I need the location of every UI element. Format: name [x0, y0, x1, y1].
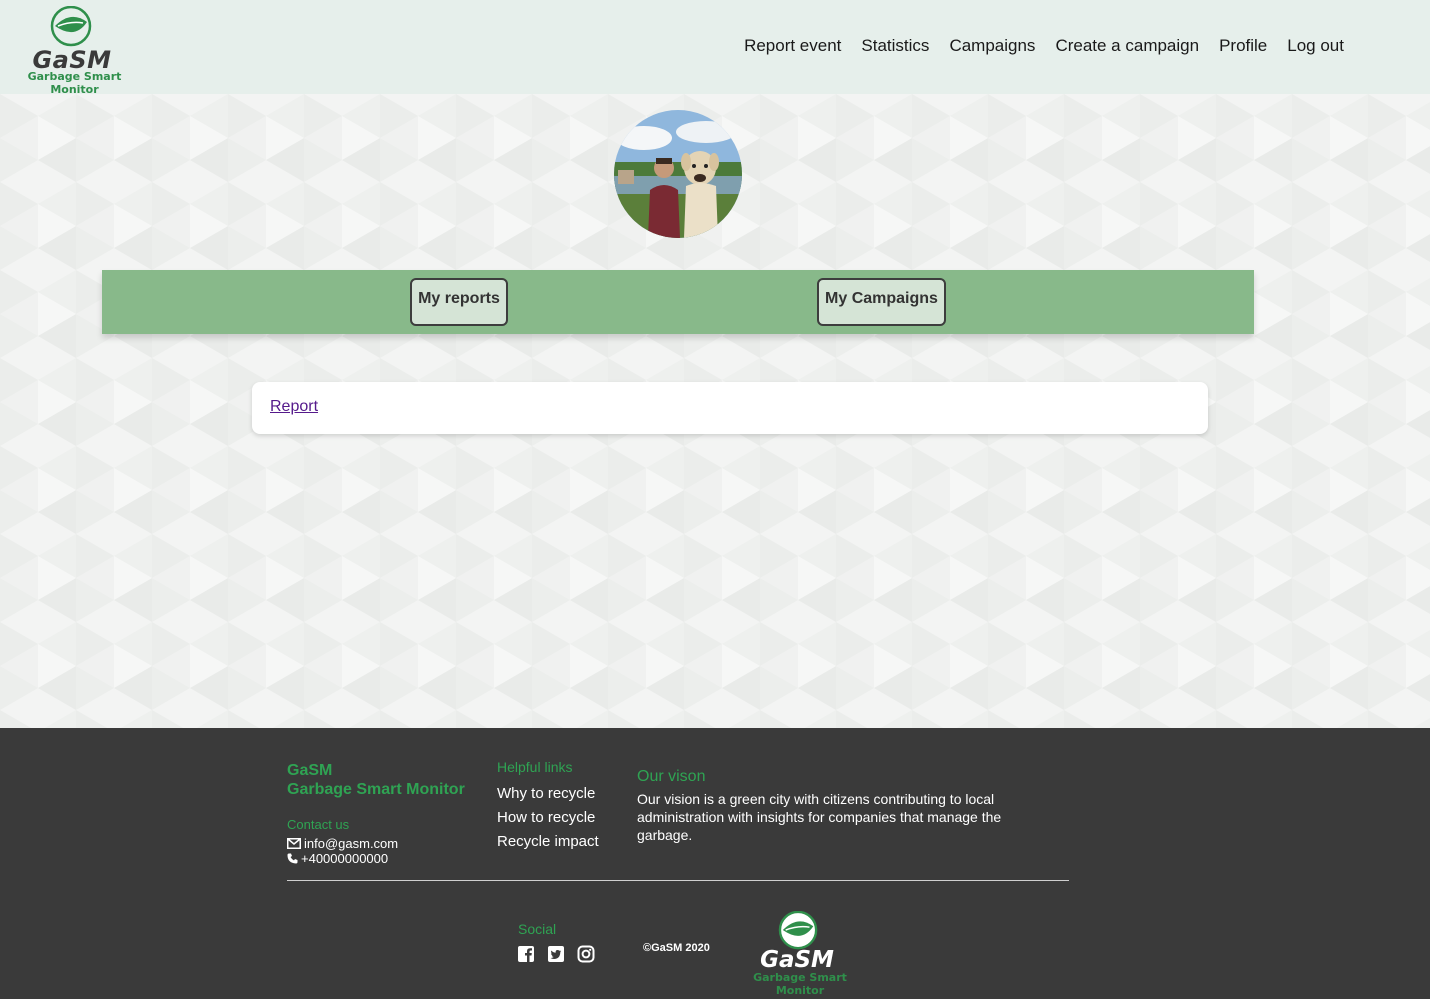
- social-icons: [517, 945, 595, 963]
- contact-email: info@gasm.com: [304, 836, 399, 851]
- nav-log-out[interactable]: Log out: [1287, 36, 1344, 56]
- phone-row[interactable]: +40000000000: [287, 851, 398, 866]
- copyright: ©GaSM 2020: [643, 942, 710, 954]
- site-header: GaSM Garbage Smart Monitor Report event …: [0, 0, 1430, 96]
- link-why-to-recycle[interactable]: Why to recycle: [497, 782, 599, 806]
- nav-profile[interactable]: Profile: [1219, 36, 1267, 56]
- logo-subtitle: Garbage Smart Monitor: [27, 70, 122, 96]
- main-nav: Report event Statistics Campaigns Create…: [744, 36, 1344, 56]
- twitter-icon[interactable]: [547, 945, 565, 963]
- facebook-icon[interactable]: [517, 945, 535, 963]
- email-row[interactable]: info@gasm.com: [287, 836, 398, 851]
- my-reports-button[interactable]: My reports: [410, 278, 508, 326]
- my-campaigns-button[interactable]: My Campaigns: [817, 278, 946, 326]
- nav-campaigns[interactable]: Campaigns: [949, 36, 1035, 56]
- phone-icon: [287, 853, 298, 864]
- nav-create-campaign[interactable]: Create a campaign: [1055, 36, 1199, 56]
- social-heading: Social: [518, 921, 557, 937]
- helpful-links: Why to recycle How to recycle Recycle im…: [497, 782, 599, 854]
- leaf-logo-icon: [778, 911, 818, 950]
- profile-avatar: [614, 110, 742, 238]
- leaf-logo-icon: [50, 6, 92, 47]
- vision-heading: Our vison: [637, 768, 706, 785]
- footer-logo-title: GaSM: [760, 947, 834, 973]
- contact-heading: Contact us: [287, 817, 350, 832]
- footer-divider: [287, 880, 1069, 881]
- envelope-icon: [287, 838, 301, 849]
- nav-report-event[interactable]: Report event: [744, 36, 841, 56]
- instagram-icon[interactable]: [577, 945, 595, 963]
- profile-main: My reports My Campaigns Report: [0, 94, 1430, 728]
- report-link[interactable]: Report: [270, 398, 318, 416]
- link-how-to-recycle[interactable]: How to recycle: [497, 806, 599, 830]
- footer-logo-subtitle: Garbage Smart Monitor: [753, 971, 847, 997]
- site-footer: GaSM Garbage Smart Monitor Contact us in…: [0, 728, 1430, 999]
- footer-brand-full: Garbage Smart Monitor: [287, 781, 465, 798]
- contact-info: info@gasm.com +40000000000: [287, 836, 398, 866]
- footer-logo[interactable]: GaSM Garbage Smart Monitor: [732, 911, 872, 997]
- link-recycle-impact[interactable]: Recycle impact: [497, 830, 599, 854]
- helpful-links-heading: Helpful links: [497, 759, 573, 775]
- nav-statistics[interactable]: Statistics: [861, 36, 929, 56]
- footer-brand: GaSM Garbage Smart Monitor: [287, 761, 465, 799]
- site-logo[interactable]: GaSM Garbage Smart Monitor: [2, 6, 147, 96]
- vision-text: Our vision is a green city with citizens…: [637, 791, 1002, 843]
- report-card: Report: [252, 382, 1208, 434]
- contact-phone: +40000000000: [301, 851, 389, 866]
- profile-tabbar: My reports My Campaigns: [102, 270, 1254, 334]
- footer-brand-name: GaSM: [287, 762, 333, 779]
